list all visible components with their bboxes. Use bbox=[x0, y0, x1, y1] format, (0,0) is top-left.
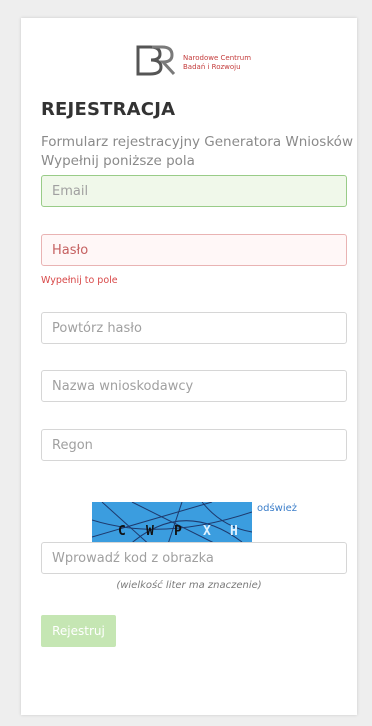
page-title: REJESTRACJA bbox=[41, 99, 176, 120]
form-subtitle: Formularz rejestracyjny Generatora Wnios… bbox=[41, 134, 353, 150]
captcha-char: H bbox=[230, 524, 238, 539]
password-input[interactable] bbox=[41, 234, 347, 266]
captcha-input[interactable] bbox=[41, 542, 347, 574]
regon-input[interactable] bbox=[41, 429, 347, 461]
logo-line-2: Badań i Rozwoju bbox=[183, 63, 241, 71]
ncbr-logo-icon bbox=[136, 45, 176, 76]
password-error-message: Wypełnij to pole bbox=[41, 275, 118, 286]
captcha-char: W bbox=[146, 524, 154, 539]
logo-line-1: Narodowe Centrum bbox=[183, 54, 252, 62]
ncbr-logo: Narodowe Centrum Badań i Rozwoju bbox=[134, 43, 284, 93]
captcha-refresh-link[interactable]: odśwież bbox=[257, 503, 297, 514]
captcha-char: X bbox=[203, 524, 211, 539]
captcha-noise: C W P X H bbox=[92, 502, 252, 547]
form-instructions: Wypełnij poniższe pola bbox=[41, 153, 195, 169]
case-sensitivity-hint: (wielkość liter ma znaczenie) bbox=[116, 580, 262, 591]
captcha-image: C W P X H bbox=[92, 502, 252, 547]
applicant-name-input[interactable] bbox=[41, 370, 347, 402]
repeat-password-input[interactable] bbox=[41, 312, 347, 344]
captcha-char: C bbox=[118, 524, 126, 539]
captcha-char: P bbox=[174, 524, 182, 539]
registration-card: Narodowe Centrum Badań i Rozwoju REJESTR… bbox=[21, 18, 357, 715]
register-button[interactable]: Rejestruj bbox=[41, 615, 116, 647]
email-input[interactable] bbox=[41, 175, 347, 207]
